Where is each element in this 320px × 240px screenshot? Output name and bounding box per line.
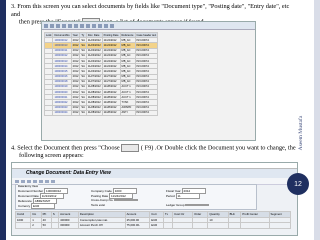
table-cell: EUR: [149, 222, 164, 229]
document-list-screenshot: Lock DocumentNo Year Ty Doc. Date Posting Dat…: [41, 21, 256, 141]
table-cell: [14, 222, 32, 229]
page-number-badge: 12: [287, 173, 309, 195]
right-accent-bar: [314, 0, 320, 240]
table-cell: 11/28/2012: [101, 109, 121, 117]
table-cell: 100000024: [52, 109, 72, 117]
line-items-table: CoCd Itm PK S Account Description Amount Curr. T…: [14, 211, 292, 229]
table-cell: [227, 222, 242, 229]
step4-instruction: 4. Select the Document then press "Choos…: [11, 144, 296, 160]
document-list-table: Lock DocumentNo Year Ty Doc. Date Posting Dat…: [43, 31, 159, 117]
table-cell: 11/28/2012: [85, 109, 103, 117]
toolbar: [42, 22, 255, 30]
table-cell: 50: [40, 222, 52, 229]
table-cell: [268, 222, 292, 229]
table-cell: INV-0007A: [134, 109, 159, 117]
left-accent-bar: [0, 0, 6, 240]
table-cell: [50, 222, 60, 229]
table-cell: [192, 222, 209, 229]
table-row[interactable]: 2 50 300000 Account Purch.Off 75,000.00- EUR: [14, 222, 292, 229]
table-cell: [43, 109, 54, 117]
period-field[interactable]: 11: [175, 193, 200, 199]
table-cell: [207, 222, 229, 229]
table-cell: Account Purch.Off: [77, 222, 126, 229]
table-cell: 2: [30, 222, 42, 229]
table-cell: 300000: [58, 222, 79, 229]
screen-title: Change Document: Data Entry View: [12, 169, 297, 178]
currency-field[interactable]: EUR: [31, 203, 56, 209]
table-row[interactable]: 100000024 2012 SA 11/28/2012 11/28/2012 ANTI I…: [43, 109, 159, 117]
table-cell: [162, 222, 174, 229]
table-cell: ANTI: [119, 109, 136, 117]
author-label: Aseem Mustafa: [298, 115, 304, 151]
table-cell: [172, 222, 194, 229]
table-cell: 75,000.00-: [124, 222, 151, 229]
choose-icon: [121, 144, 140, 152]
ledger-group-field[interactable]: [185, 204, 210, 206]
cross-comp-field[interactable]: [114, 199, 139, 201]
table-cell: 2012: [70, 109, 81, 117]
table-cell: [240, 222, 270, 229]
change-document-screenshot: Change Document: Data Entry View Data En…: [11, 162, 298, 236]
data-entry-view-box: Data Entry View Document Number 10000001…: [15, 184, 257, 210]
